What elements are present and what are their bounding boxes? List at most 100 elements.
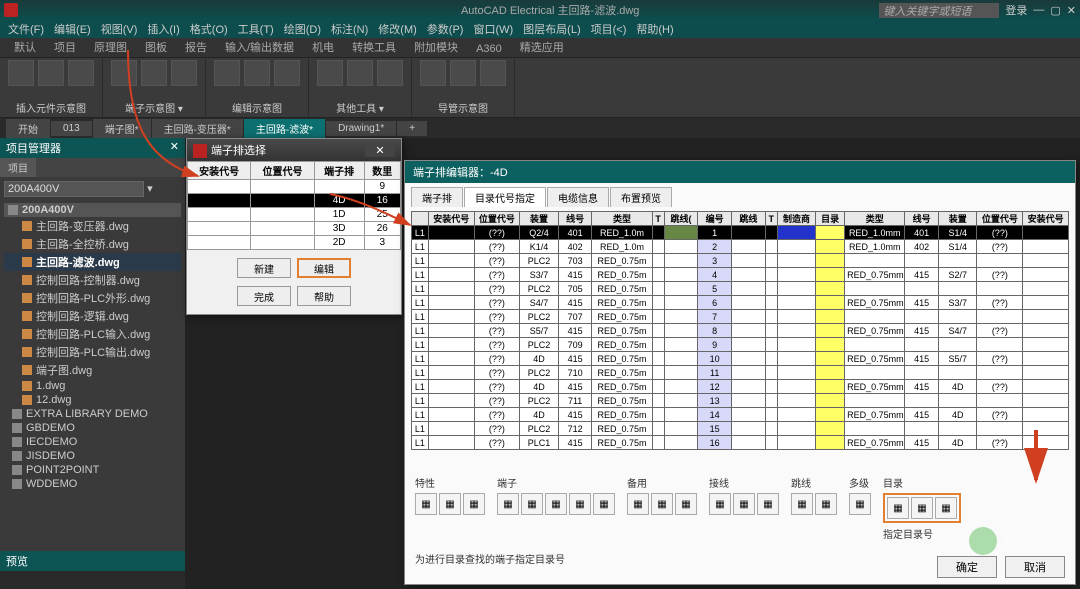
done-button[interactable]: 完成: [237, 286, 291, 306]
tree-item[interactable]: GBDEMO: [4, 421, 181, 435]
search-input[interactable]: 键入关键字或短语: [879, 3, 999, 18]
tree-item[interactable]: 控制回路-逻辑.dwg: [4, 307, 181, 325]
tree-item[interactable]: 主回路-变压器.dwg: [4, 217, 181, 235]
ribbon-button[interactable]: [274, 60, 300, 86]
tree-item[interactable]: 200A400V: [4, 203, 181, 217]
ribbon-tab[interactable]: 图板: [137, 37, 175, 57]
tree-item[interactable]: EXTRA LIBRARY DEMO: [4, 407, 181, 421]
tool-button[interactable]: ▦: [415, 493, 437, 515]
tool-button[interactable]: ▦: [733, 493, 755, 515]
ribbon-tab[interactable]: 输入/输出数据: [217, 37, 302, 57]
ribbon-button[interactable]: [347, 60, 373, 86]
new-button[interactable]: 新建: [237, 258, 291, 278]
editor-tab[interactable]: 布置预览: [610, 187, 672, 207]
menu-item[interactable]: 图层布局(L): [519, 21, 584, 37]
menu-item[interactable]: 帮助(H): [632, 21, 677, 37]
cancel-button[interactable]: 取消: [1005, 556, 1065, 578]
tool-button[interactable]: ▦: [815, 493, 837, 515]
tool-button[interactable]: ▦: [593, 493, 615, 515]
dialog-close-button[interactable]: ✕: [365, 144, 395, 157]
tree-item[interactable]: 12.dwg: [4, 393, 181, 407]
tool-button[interactable]: ▦: [791, 493, 813, 515]
editor-tab[interactable]: 目录代号指定: [464, 187, 546, 207]
menu-item[interactable]: 标注(N): [327, 21, 372, 37]
tree-item[interactable]: 控制回路-PLC输入.dwg: [4, 325, 181, 343]
window-maximize[interactable]: ▢: [1050, 4, 1060, 17]
ribbon-tab[interactable]: 项目: [46, 37, 84, 57]
doc-tab[interactable]: 主回路-滤波*: [244, 119, 325, 138]
ribbon-button[interactable]: [420, 60, 446, 86]
doc-tab[interactable]: 主回路-变压器*: [152, 119, 243, 138]
menu-item[interactable]: 窗口(W): [469, 21, 517, 37]
tool-button[interactable]: ▦: [757, 493, 779, 515]
ribbon-tab[interactable]: 转换工具: [344, 37, 404, 57]
ribbon-button[interactable]: [171, 60, 197, 86]
ribbon-tab[interactable]: 机电: [304, 37, 342, 57]
tool-button[interactable]: ▦: [849, 493, 871, 515]
doc-tab[interactable]: 端子图*: [93, 119, 151, 138]
ribbon-button[interactable]: [111, 60, 137, 86]
tree-item[interactable]: 主回路-全控桥.dwg: [4, 235, 181, 253]
ribbon-button[interactable]: [450, 60, 476, 86]
ribbon-tab[interactable]: 默认: [6, 37, 44, 57]
tree-item[interactable]: IECDEMO: [4, 435, 181, 449]
ribbon-button[interactable]: [480, 60, 506, 86]
menu-item[interactable]: 绘图(D): [280, 21, 325, 37]
menu-item[interactable]: 项目(<): [587, 21, 631, 37]
doc-tab[interactable]: 开始: [6, 119, 50, 138]
ribbon-tab[interactable]: 报告: [177, 37, 215, 57]
editor-tab[interactable]: 电缆信息: [547, 187, 609, 207]
ribbon-button[interactable]: [68, 60, 94, 86]
tree-item[interactable]: 控制回路-控制器.dwg: [4, 271, 181, 289]
doc-tab[interactable]: Drawing1*: [326, 121, 396, 136]
panel-close-icon[interactable]: ✕: [170, 140, 179, 156]
menu-item[interactable]: 编辑(E): [50, 21, 95, 37]
ribbon-tab[interactable]: 精选应用: [512, 37, 572, 57]
menu-item[interactable]: 格式(O): [186, 21, 232, 37]
ribbon-tab[interactable]: 附加模块: [406, 37, 466, 57]
menu-item[interactable]: 修改(M): [374, 21, 421, 37]
doc-tab[interactable]: 013: [51, 121, 92, 136]
login-link[interactable]: 登录: [1005, 2, 1027, 18]
menu-item[interactable]: 参数(P): [423, 21, 468, 37]
tool-button[interactable]: ▦: [675, 493, 697, 515]
tool-button[interactable]: ▦: [545, 493, 567, 515]
tool-button[interactable]: ▦: [935, 497, 957, 519]
tool-button[interactable]: ▦: [521, 493, 543, 515]
tool-button[interactable]: ▦: [463, 493, 485, 515]
tree-item[interactable]: 1.dwg: [4, 379, 181, 393]
tool-button[interactable]: ▦: [439, 493, 461, 515]
help-button[interactable]: 帮助: [297, 286, 351, 306]
project-select[interactable]: [4, 181, 144, 197]
tree-item[interactable]: 端子图.dwg: [4, 361, 181, 379]
tool-button[interactable]: ▦: [651, 493, 673, 515]
menu-item[interactable]: 插入(I): [143, 21, 183, 37]
tool-button[interactable]: ▦: [887, 497, 909, 519]
ribbon-button[interactable]: [317, 60, 343, 86]
tool-button[interactable]: ▦: [911, 497, 933, 519]
ribbon-button[interactable]: [38, 60, 64, 86]
ribbon-button[interactable]: [8, 60, 34, 86]
tree-item[interactable]: 主回路-滤波.dwg: [4, 253, 181, 271]
window-minimize[interactable]: —: [1033, 4, 1044, 16]
ok-button[interactable]: 确定: [937, 556, 997, 578]
tool-button[interactable]: ▦: [569, 493, 591, 515]
ribbon-tab[interactable]: A360: [468, 41, 510, 57]
ribbon-button[interactable]: [214, 60, 240, 86]
panel-tab-project[interactable]: 项目: [0, 158, 36, 177]
menu-item[interactable]: 视图(V): [97, 21, 142, 37]
tool-button[interactable]: ▦: [709, 493, 731, 515]
tool-button[interactable]: ▦: [627, 493, 649, 515]
tree-item[interactable]: 控制回路-PLC外形.dwg: [4, 289, 181, 307]
tree-item[interactable]: POINT2POINT: [4, 463, 181, 477]
ribbon-button[interactable]: [377, 60, 403, 86]
ribbon-tab[interactable]: 原理图: [86, 37, 135, 57]
menu-item[interactable]: 文件(F): [4, 21, 48, 37]
editor-tab[interactable]: 端子排: [411, 187, 463, 207]
menu-item[interactable]: 工具(T): [234, 21, 278, 37]
tool-button[interactable]: ▦: [497, 493, 519, 515]
ribbon-button[interactable]: [244, 60, 270, 86]
tree-item[interactable]: WDDEMO: [4, 477, 181, 491]
window-close[interactable]: ✕: [1067, 4, 1076, 17]
edit-button[interactable]: 编辑: [297, 258, 351, 278]
